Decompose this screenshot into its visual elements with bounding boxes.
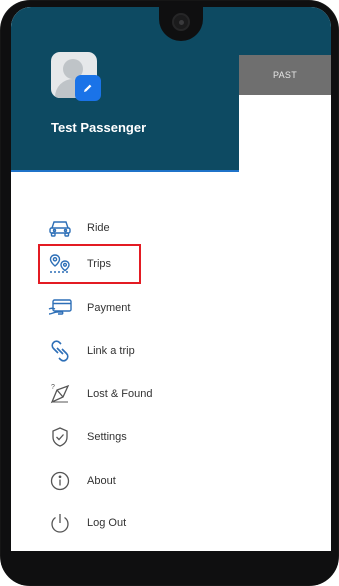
menu-item-log-out-label: Log Out [87,517,127,529]
menu-item-about[interactable]: About [47,464,217,498]
bottom-bezel [1,551,338,585]
trips-highlight-box [38,244,141,284]
menu-item-settings-label: Settings [87,431,127,443]
tab-past-label: PAST [272,70,298,80]
shield-check-icon [47,424,73,450]
menu-item-payment-label: Payment [87,302,131,314]
phone-frame: PAST Test Passenger Ride Trips Payment L… [0,0,339,586]
menu-item-lost-and-found[interactable]: ? Lost & Found [47,377,217,411]
menu-item-link-a-trip[interactable]: Link a trip [47,334,217,368]
info-icon [47,468,73,494]
menu-item-settings[interactable]: Settings [47,420,217,454]
menu-item-payment[interactable]: Payment [47,291,217,325]
drawer-header: Test Passenger [11,7,239,172]
payment-card-icon [47,295,73,321]
user-name: Test Passenger [51,120,147,135]
screen: PAST Test Passenger Ride Trips Payment L… [11,7,331,551]
menu-item-about-label: About [87,475,116,487]
link-icon [47,338,73,364]
edit-avatar-button[interactable] [75,75,101,101]
tab-past[interactable]: PAST [239,55,331,95]
navigation-drawer: Test Passenger Ride Trips Payment Link a… [11,7,239,551]
svg-text:?: ? [51,384,55,391]
power-icon [47,510,73,536]
menu-item-ride-label: Ride [87,222,110,234]
camera-icon [172,13,190,31]
menu-item-link-a-trip-label: Link a trip [87,345,135,357]
menu-item-ride[interactable]: Ride [47,211,217,245]
lost-found-icon: ? [47,381,73,407]
car-icon [47,215,73,241]
menu-item-lost-and-found-label: Lost & Found [87,388,153,400]
pencil-icon [84,84,92,92]
menu-item-log-out[interactable]: Log Out [47,506,217,540]
